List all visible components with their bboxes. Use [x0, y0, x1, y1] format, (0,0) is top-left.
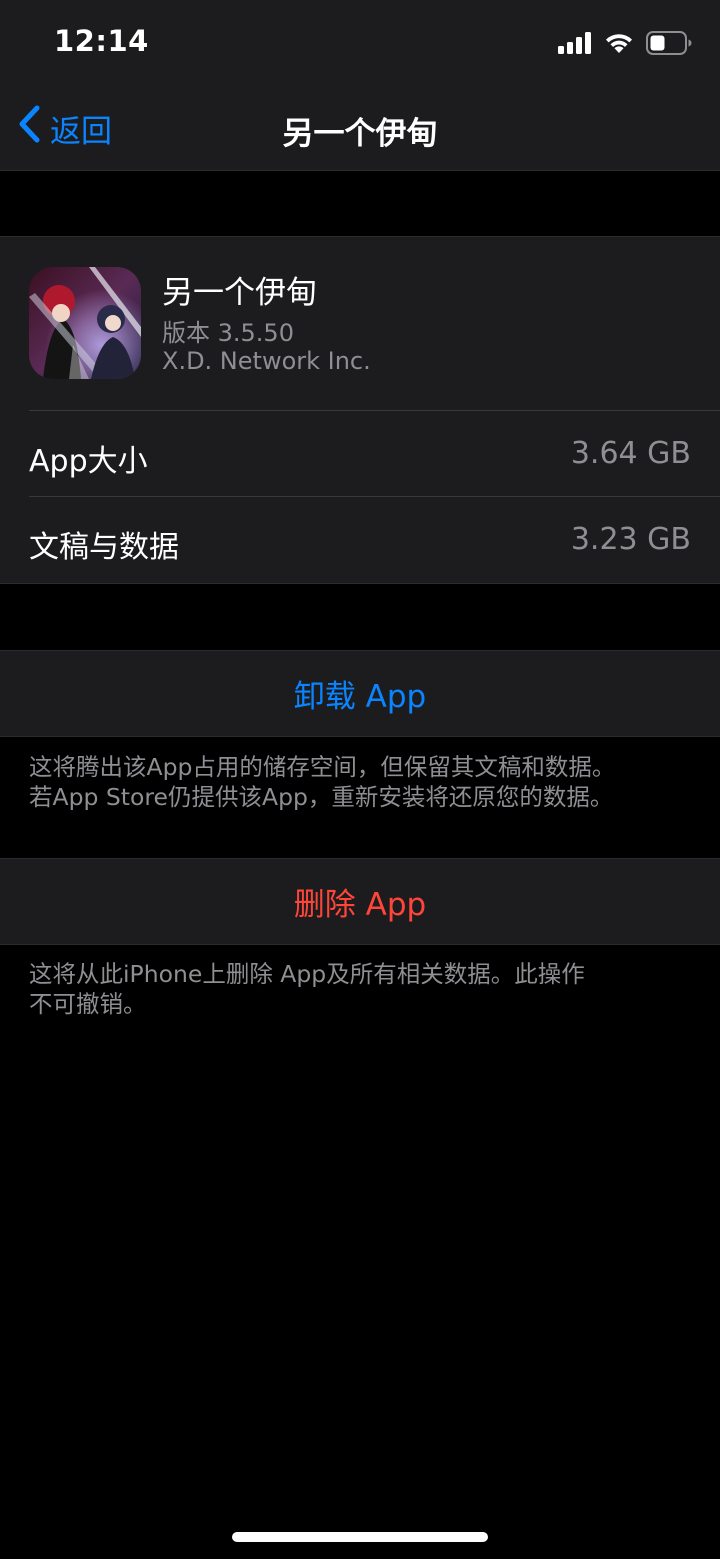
app-name: 另一个伊甸 [162, 275, 317, 311]
app-icon [29, 267, 141, 379]
wifi-icon [604, 32, 634, 58]
app-vendor: X.D. Network Inc. [162, 347, 371, 375]
app-info-group: 另一个伊甸 版本 3.5.50 X.D. Network Inc. App大小 … [0, 236, 720, 584]
app-version: 版本 3.5.50 [162, 319, 294, 347]
page-title: 另一个伊甸 [282, 116, 438, 152]
app-size-label: App大小 [29, 444, 148, 479]
app-size-row: App大小 3.64 GB [0, 410, 720, 496]
row-divider [29, 496, 720, 497]
app-size-value: 3.64 GB [570, 436, 691, 471]
home-indicator[interactable] [232, 1532, 488, 1542]
cellular-signal-icon [558, 32, 592, 58]
documents-data-label: 文稿与数据 [29, 530, 179, 565]
documents-data-row: 文稿与数据 3.23 GB [0, 496, 720, 582]
navigation-bar: 返回 另一个伊甸 [0, 88, 720, 171]
offload-footnote: 这将腾出该App占用的储存空间，但保留其文稿和数据。 若App Store仍提供… [29, 753, 616, 811]
status-time: 12:14 [54, 24, 149, 58]
delete-app-button[interactable]: 删除 App [0, 858, 720, 945]
offload-app-label: 卸载 App [293, 679, 427, 715]
offload-app-button[interactable]: 卸载 App [0, 650, 720, 737]
delete-footnote: 这将从此iPhone上删除 App及所有相关数据。此操作 不可撤销。 [29, 960, 585, 1018]
row-divider [29, 410, 720, 411]
app-header: 另一个伊甸 版本 3.5.50 X.D. Network Inc. [0, 237, 720, 410]
status-bar: 12:14 [0, 0, 720, 88]
battery-icon [646, 31, 692, 59]
documents-data-value: 3.23 GB [570, 522, 691, 557]
delete-app-label: 删除 App [293, 887, 427, 923]
status-icons [558, 30, 692, 60]
